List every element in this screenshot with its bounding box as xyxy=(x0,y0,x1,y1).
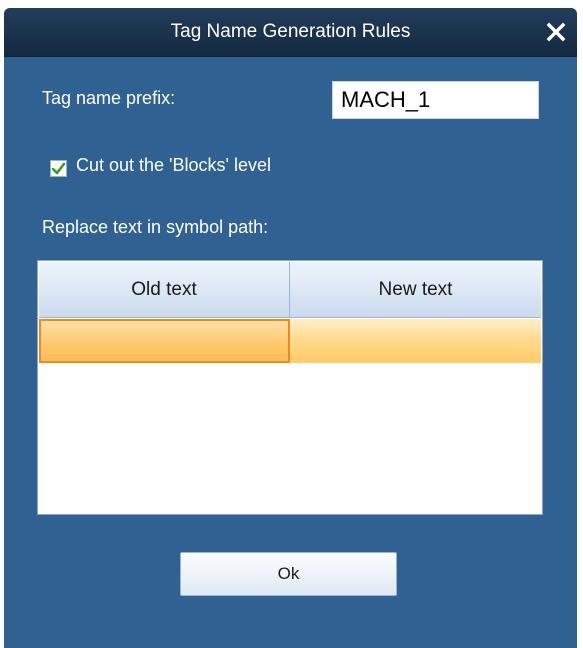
column-header-old-text[interactable]: Old text xyxy=(39,262,290,318)
cut-blocks-label[interactable]: Cut out the 'Blocks' level xyxy=(76,155,271,176)
replace-text-label: Replace text in symbol path: xyxy=(42,217,269,237)
ok-button[interactable]: Ok xyxy=(180,552,397,596)
checkmark-icon xyxy=(51,162,66,175)
title-bar[interactable]: Tag Name Generation Rules xyxy=(4,8,577,57)
tag-name-rules-dialog: Tag Name Generation Rules Tag name prefi… xyxy=(4,8,577,648)
old-text-cell[interactable] xyxy=(39,319,290,363)
column-header-new-text[interactable]: New text xyxy=(290,262,541,318)
tag-name-prefix-input[interactable] xyxy=(332,81,539,119)
close-icon[interactable] xyxy=(545,21,567,43)
grid-header: Old text New text xyxy=(39,262,541,318)
dialog-title: Tag Name Generation Rules xyxy=(170,21,411,42)
tag-name-prefix-label: Tag name prefix: xyxy=(42,88,176,108)
table-row[interactable] xyxy=(39,319,541,363)
cut-blocks-checkbox[interactable] xyxy=(50,160,67,177)
replace-text-grid: Old text New text xyxy=(37,260,543,515)
new-text-cell[interactable] xyxy=(290,319,541,363)
